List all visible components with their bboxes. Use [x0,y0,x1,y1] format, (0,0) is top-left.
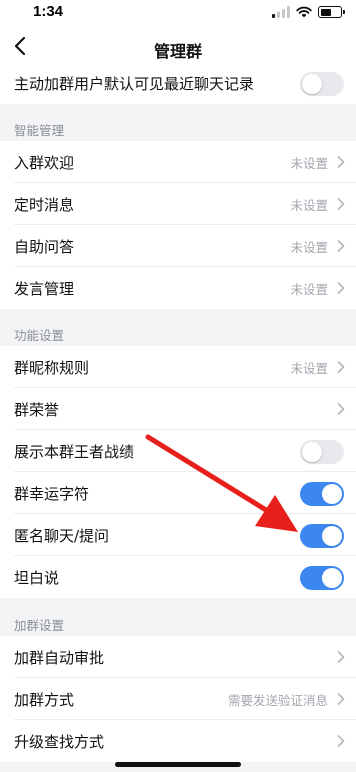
row-label: 群昵称规则 [14,358,90,377]
chevron-right-icon [337,240,345,252]
row-label: 主动加群用户默认可见最近聊天记录 [14,74,255,93]
section-header: 加群设置 [0,608,356,636]
row-value: 未设置 [290,239,328,255]
row-value: 未设置 [290,281,328,297]
row-label: 自助问答 [14,237,75,256]
row-value: 未设置 [290,360,328,376]
row-label: 坦白说 [14,568,60,587]
row-label: 入群欢迎 [14,153,75,172]
chevron-right-icon [337,735,345,747]
setting-row[interactable]: 发言管理 未设置 [0,267,356,309]
toggle-switch[interactable] [300,524,344,548]
setting-row-toggle: 展示本群王者战绩 [0,430,356,472]
status-bar: 1:34 [0,0,356,26]
row-value: 未设置 [290,155,328,171]
chevron-right-icon [337,651,345,663]
chevron-right-icon [337,361,345,373]
chevron-right-icon [337,282,345,294]
home-indicator [115,762,241,767]
setting-row[interactable]: 加群方式 需要发送验证消息 [0,678,356,720]
setting-row[interactable]: 自助问答 未设置 [0,225,356,267]
section-header: 智能管理 [0,113,356,141]
row-label: 加群自动审批 [14,648,105,667]
wifi-icon [296,6,312,18]
status-icons [272,6,345,18]
toggle-switch[interactable] [300,482,344,506]
row-label: 展示本群王者战绩 [14,442,135,461]
chevron-right-icon [337,693,345,705]
section-title: 功能设置 [14,328,65,343]
row-value: 需要发送验证消息 [227,692,328,708]
row-label: 匿名聊天/提问 [14,526,110,545]
toggle-switch[interactable] [300,72,344,96]
setting-row-toggle: 群幸运字符 [0,472,356,514]
setting-row[interactable]: 群荣誉 [0,388,356,430]
toggle-switch[interactable] [300,440,344,464]
chevron-right-icon [337,156,345,168]
row-label: 群荣誉 [14,400,60,419]
setting-row-recent-history[interactable]: 主动加群用户默认可见最近聊天记录 [0,62,356,104]
chevron-right-icon [337,403,345,415]
setting-row[interactable]: 升级查找方式 [0,720,356,762]
row-label: 定时消息 [14,195,75,214]
row-label: 发言管理 [14,279,75,298]
row-label: 加群方式 [14,690,75,709]
setting-row[interactable]: 入群欢迎 未设置 [0,141,356,183]
section-title: 加群设置 [14,618,65,633]
setting-row[interactable]: 群昵称规则 未设置 [0,346,356,388]
section-header: 功能设置 [0,318,356,346]
setting-row-toggle: 匿名聊天/提问 [0,514,356,556]
setting-row[interactable]: 定时消息 未设置 [0,183,356,225]
page-title: 管理群 [153,42,202,61]
battery-icon [318,6,345,18]
row-value: 未设置 [290,197,328,213]
section-title: 智能管理 [14,123,65,138]
setting-row-toggle: 坦白说 [0,556,356,598]
setting-row[interactable]: 加群自动审批 [0,636,356,678]
status-time: 1:34 [33,3,64,20]
row-label: 群幸运字符 [14,484,90,503]
chevron-right-icon [337,198,345,210]
row-label: 升级查找方式 [14,732,105,751]
nav-bar: 管理群 [0,26,356,66]
signal-icon [272,6,290,18]
toggle-switch[interactable] [300,566,344,590]
